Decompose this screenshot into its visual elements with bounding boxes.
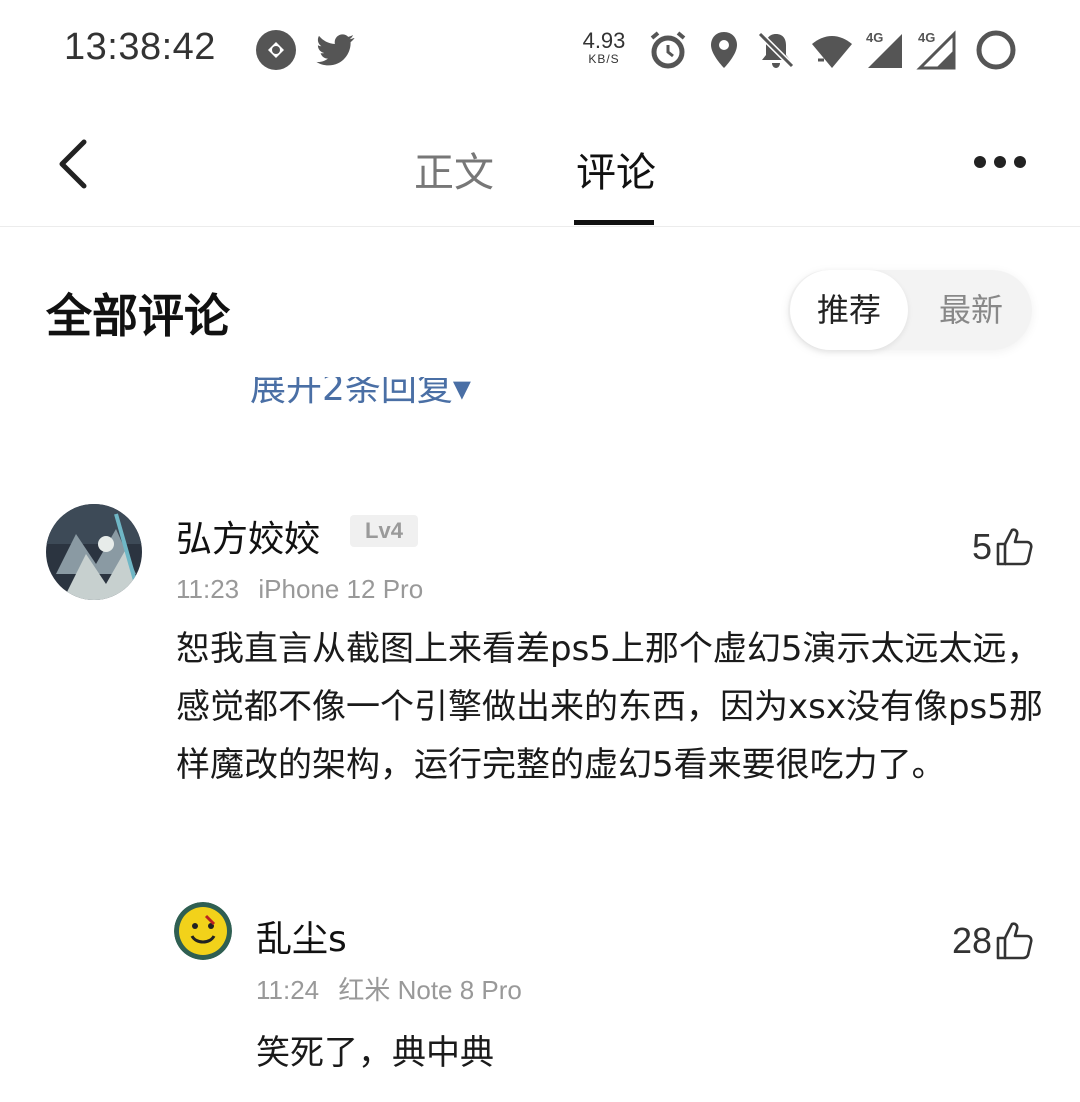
comment-time: 11:23 — [176, 574, 240, 604]
signal-4g-icon: 4G — [866, 30, 902, 68]
level-badge: Lv4 — [350, 515, 418, 547]
tab-main-text[interactable]: 正文 — [414, 140, 494, 198]
avatar[interactable] — [46, 504, 142, 600]
sort-switch: 推荐 最新 — [788, 270, 1032, 350]
comment-username[interactable]: 弘方姣姣 — [176, 510, 320, 562]
reply-username[interactable]: 乱尘s — [256, 910, 347, 962]
all-comments-title: 全部评论 — [46, 289, 230, 343]
network-speed-value: 4.93 — [582, 28, 626, 53]
top-nav: 正文 评论 — [0, 100, 1080, 227]
battery-ring-icon — [976, 30, 1016, 70]
reply-meta: 11:24 红米 Note 8 Pro — [256, 970, 522, 1007]
comment-meta: 11:23 iPhone 12 Pro — [176, 574, 423, 605]
reply-time: 11:24 — [256, 975, 320, 1005]
reply-like-count: 28 — [951, 920, 992, 961]
signal-4g-icon-2: 4G — [916, 30, 956, 70]
reply-text: 笑死了，典中典 — [256, 1033, 494, 1073]
status-bar: 13:38:42 4.93 KB/S 4G 4G — [0, 0, 1080, 100]
sort-latest[interactable]: 最新 — [912, 270, 1030, 350]
network-speed: 4.93 KB/S — [578, 28, 630, 67]
back-arrow-icon[interactable] — [52, 136, 96, 192]
wifi-icon — [812, 36, 852, 68]
more-options-icon[interactable] — [972, 154, 1028, 170]
location-icon — [711, 32, 737, 68]
svg-text:4G: 4G — [866, 30, 883, 45]
alarm-icon — [650, 31, 686, 69]
smiley-avatar-icon — [174, 902, 232, 960]
qq-browser-icon — [256, 30, 296, 70]
reply-avatar[interactable] — [174, 902, 232, 960]
thumbs-up-icon — [996, 922, 1033, 960]
comment-device: iPhone 12 Pro — [258, 574, 424, 604]
expand-replies-clip: 展开2条回复▾ — [250, 377, 550, 407]
status-time: 13:38:42 — [64, 26, 216, 68]
comment-like-button[interactable]: 5 — [956, 524, 1034, 574]
comment-like-count: 5 — [971, 526, 992, 567]
tab-comments[interactable]: 评论 — [576, 140, 656, 198]
sort-recommended[interactable]: 推荐 — [790, 270, 908, 350]
mute-icon — [757, 31, 795, 69]
svg-text:4G: 4G — [918, 30, 935, 45]
avatar-image — [46, 504, 142, 600]
reply-device: 红米 Note 8 Pro — [338, 975, 522, 1005]
network-speed-unit: KB/S — [588, 52, 620, 66]
comment-text: 恕我直言从截图上来看差ps5上那个虚幻5演示太远太远，感觉都不像一个引擎做出来的… — [176, 629, 1043, 785]
reply-like-button[interactable]: 28 — [934, 918, 1034, 968]
active-tab-indicator — [574, 220, 654, 225]
expand-replies-link[interactable]: 展开2条回复▾ — [250, 377, 471, 407]
thumbs-up-icon — [996, 528, 1033, 566]
twitter-icon — [316, 34, 355, 66]
